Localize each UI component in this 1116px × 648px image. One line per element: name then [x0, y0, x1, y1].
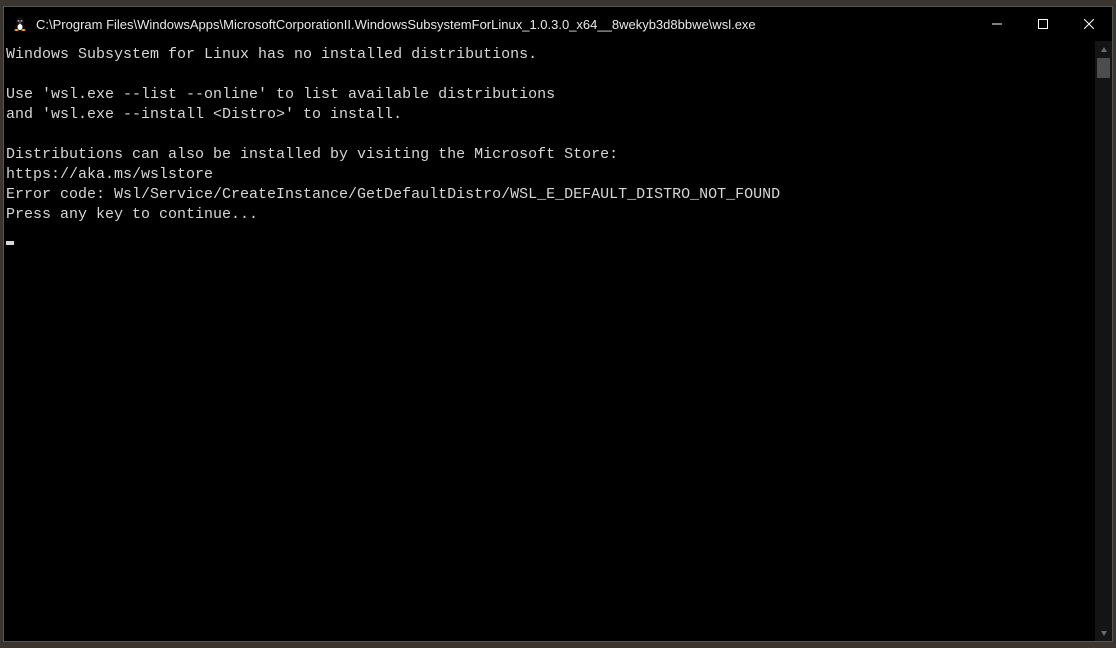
scroll-down-arrow-icon[interactable] [1095, 624, 1112, 641]
terminal-output[interactable]: Windows Subsystem for Linux has no insta… [4, 41, 1095, 641]
tux-icon [12, 16, 28, 32]
window-title: C:\Program Files\WindowsApps\MicrosoftCo… [36, 17, 974, 32]
scrollbar-thumb[interactable] [1097, 58, 1110, 78]
window-controls [974, 7, 1112, 41]
console-window: C:\Program Files\WindowsApps\MicrosoftCo… [3, 6, 1113, 642]
terminal-area: Windows Subsystem for Linux has no insta… [4, 41, 1112, 641]
cursor [6, 241, 14, 245]
close-button[interactable] [1066, 7, 1112, 41]
maximize-button[interactable] [1020, 7, 1066, 41]
scroll-up-arrow-icon[interactable] [1095, 41, 1112, 58]
minimize-button[interactable] [974, 7, 1020, 41]
scrollbar-track[interactable] [1095, 58, 1112, 624]
vertical-scrollbar[interactable] [1095, 41, 1112, 641]
titlebar[interactable]: C:\Program Files\WindowsApps\MicrosoftCo… [4, 7, 1112, 41]
